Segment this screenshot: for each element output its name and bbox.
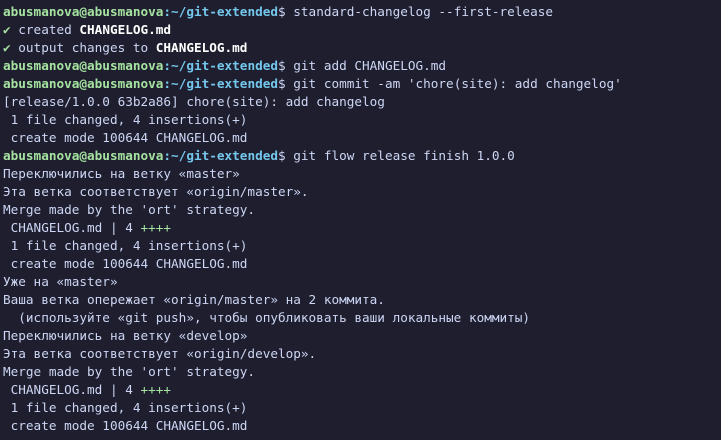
output-line: [release/1.0.0 63b2a86] chore(site): add… xyxy=(3,94,385,109)
output-created-line: ✔ created CHANGELOG.md xyxy=(3,21,721,39)
output-line: Merge made by the 'ort' strategy. xyxy=(3,202,256,217)
terminal-window[interactable]: abusmanova@abusmanova:~/git-extended$ st… xyxy=(0,0,721,440)
command-text: standard-changelog --first-release xyxy=(293,4,553,19)
prompt-dollar: $ xyxy=(278,4,286,19)
output-line: Переключились на ветку «develop» xyxy=(3,328,248,343)
prompt-path: :~/git-extended xyxy=(163,58,278,73)
prompt-line-2: abusmanova@abusmanova:~/git-extended$ gi… xyxy=(3,57,721,75)
prompt-user-host: abusmanova@abusmanova xyxy=(3,58,164,73)
output-line: create mode 100644 CHANGELOG.md xyxy=(3,256,248,271)
output-line: 1 file changed, 4 insertions(+) xyxy=(3,112,248,127)
check-icon: ✔ xyxy=(3,22,11,37)
prompt-path: :~/git-extended xyxy=(163,4,278,19)
output-label: output changes to xyxy=(18,40,149,55)
output-line: 1 file changed, 4 insertions(+) xyxy=(3,400,248,415)
prompt-user-host: abusmanova@abusmanova xyxy=(3,76,164,91)
output-line: Эта ветка соответствует «origin/master». xyxy=(3,184,309,199)
prompt-line-4: abusmanova@abusmanova:~/git-extended$ gi… xyxy=(3,147,721,165)
check-icon: ✔ xyxy=(3,40,11,55)
output-line: create mode 100644 CHANGELOG.md xyxy=(3,418,248,433)
command-text: git commit -am 'chore(site): add changel… xyxy=(293,76,622,91)
output-line: Переключились на ветку «master» xyxy=(3,166,240,181)
output-line: (используйте «git push», чтобы опубликов… xyxy=(3,310,531,325)
output-line: 1 file changed, 4 insertions(+) xyxy=(3,238,248,253)
diffstat-file: CHANGELOG.md | 4 xyxy=(3,220,141,235)
output-line: Уже на «master» xyxy=(3,274,118,289)
output-line: create mode 100644 CHANGELOG.md xyxy=(3,130,248,145)
prompt-line-1: abusmanova@abusmanova:~/git-extended$ st… xyxy=(3,3,721,21)
prompt-path: :~/git-extended xyxy=(163,76,278,91)
command-text: git add CHANGELOG.md xyxy=(293,58,447,73)
prompt-dollar: $ xyxy=(278,58,286,73)
output-line: Эта ветка соответствует «origin/develop»… xyxy=(3,346,317,361)
diffstat-plus: ++++ xyxy=(140,382,172,397)
output-line: Ваша ветка опережает «origin/master» на … xyxy=(3,292,385,307)
prompt-user-host: abusmanova@abusmanova xyxy=(3,148,164,163)
output-changes-line: ✔ output changes to CHANGELOG.md xyxy=(3,39,721,57)
prompt-dollar: $ xyxy=(278,148,286,163)
diffstat-line: CHANGELOG.md | 4 ++++ xyxy=(3,219,721,237)
output-line: Merge made by the 'ort' strategy. xyxy=(3,364,256,379)
created-file: CHANGELOG.md xyxy=(79,22,172,37)
command-text: git flow release finish 1.0.0 xyxy=(293,148,515,163)
created-label: created xyxy=(18,22,72,37)
diffstat-line: CHANGELOG.md | 4 ++++ xyxy=(3,381,721,399)
prompt-line-3: abusmanova@abusmanova:~/git-extended$ gi… xyxy=(3,75,721,93)
prompt-path: :~/git-extended xyxy=(163,148,278,163)
diffstat-file: CHANGELOG.md | 4 xyxy=(3,382,141,397)
prompt-user-host: abusmanova@abusmanova xyxy=(3,4,164,19)
output-file: CHANGELOG.md xyxy=(155,40,248,55)
prompt-dollar: $ xyxy=(278,76,286,91)
diffstat-plus: ++++ xyxy=(140,220,172,235)
